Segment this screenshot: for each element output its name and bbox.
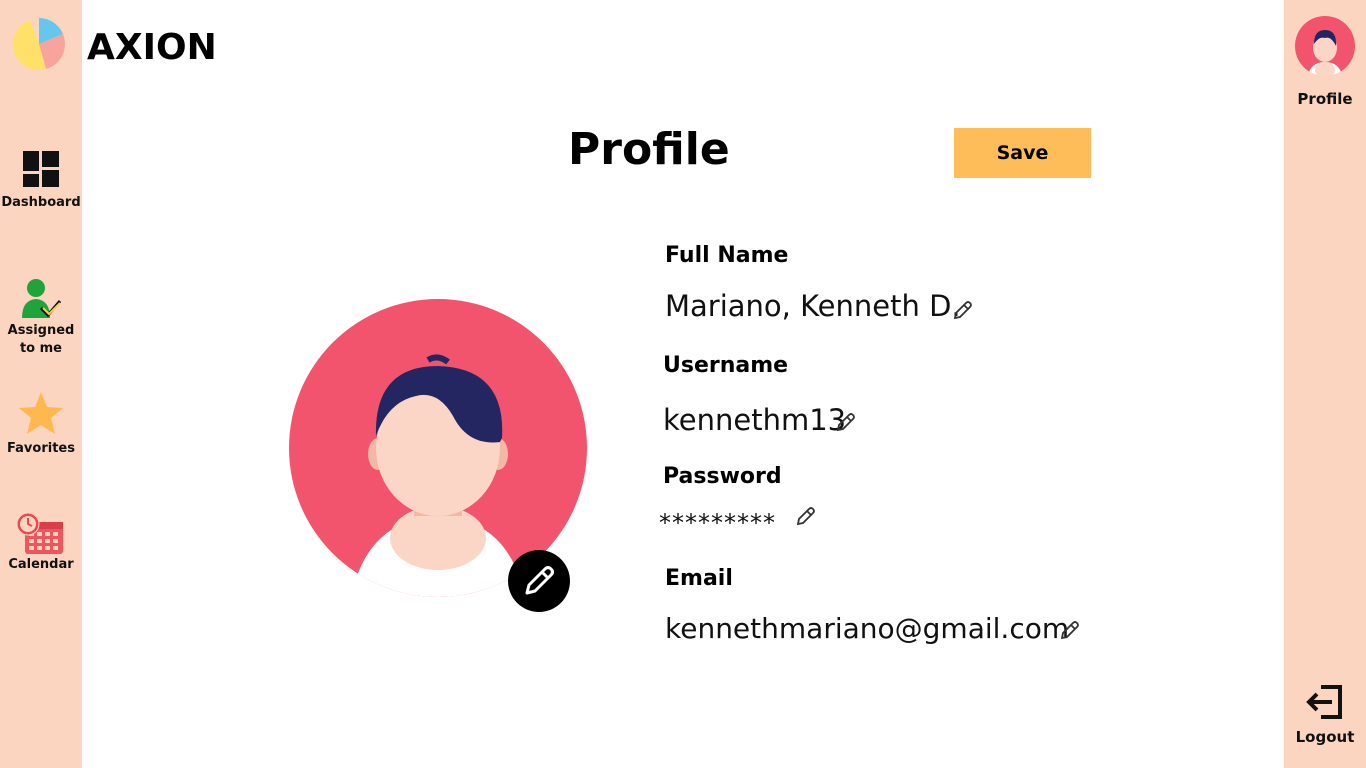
sidebar-item-label: Calendar xyxy=(8,557,74,572)
edit-email-button[interactable] xyxy=(1060,620,1080,640)
app-name: AXION xyxy=(87,27,217,68)
sidebar-item-assigned[interactable]: Assigned to me xyxy=(0,278,82,358)
sidebar-item-calendar[interactable]: Calendar xyxy=(0,512,82,574)
page-title: Profile xyxy=(568,124,730,175)
full-name-label: Full Name xyxy=(665,243,789,268)
sidebar-item-label: Assigned to me xyxy=(7,323,75,356)
logout-icon xyxy=(1305,684,1345,720)
save-button[interactable]: Save xyxy=(954,128,1091,178)
logout-button[interactable]: Logout xyxy=(1284,684,1366,746)
pencil-icon xyxy=(836,413,855,432)
edit-password-button[interactable] xyxy=(796,506,816,526)
pencil-icon xyxy=(796,507,815,526)
sidebar-item-favorites[interactable]: Favorites xyxy=(0,390,82,458)
pencil-icon xyxy=(953,301,972,320)
sidebar-item-label: Dashboard xyxy=(1,195,81,210)
logout-label: Logout xyxy=(1295,728,1355,746)
user-check-icon xyxy=(19,278,63,320)
right-sidebar: Profile Logout xyxy=(1284,0,1366,768)
left-sidebar: Dashboard Assigned to me Favorites Calen… xyxy=(0,0,82,768)
password-value: ********* xyxy=(659,509,776,537)
password-label: Password xyxy=(663,464,782,489)
email-value: kennethmariano@gmail.com xyxy=(665,612,1070,645)
profile-button[interactable]: Profile xyxy=(1284,16,1366,108)
pie-logo-icon xyxy=(10,16,68,72)
edit-username-button[interactable] xyxy=(836,412,856,432)
edit-full-name-button[interactable] xyxy=(953,300,973,320)
profile-label: Profile xyxy=(1297,90,1353,108)
sidebar-item-label: Favorites xyxy=(7,441,75,456)
user-avatar-icon xyxy=(1295,16,1355,80)
dashboard-grid-icon xyxy=(22,150,60,188)
email-label: Email xyxy=(665,566,733,591)
pencil-icon xyxy=(521,563,557,599)
calendar-clock-icon xyxy=(16,512,66,556)
username-label: Username xyxy=(663,353,789,378)
edit-avatar-button[interactable] xyxy=(508,550,570,612)
full-name-value: Mariano, Kenneth D. xyxy=(665,289,961,323)
username-value: kennethm13 xyxy=(663,403,847,437)
star-icon xyxy=(18,390,64,436)
sidebar-item-dashboard[interactable]: Dashboard xyxy=(0,150,82,212)
pencil-icon xyxy=(1060,621,1079,640)
